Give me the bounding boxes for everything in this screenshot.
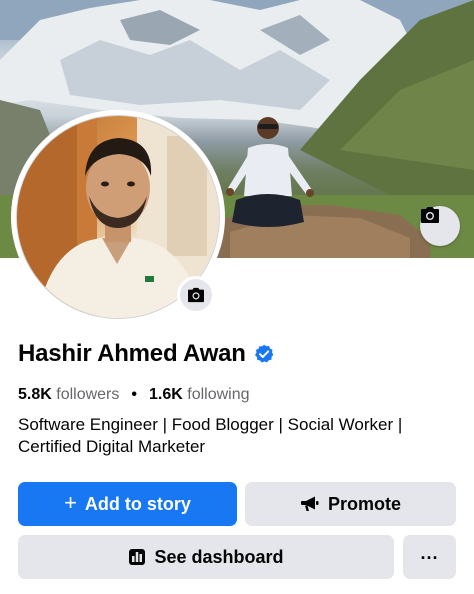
- bar-chart-icon: [129, 549, 146, 565]
- more-options-button[interactable]: ...: [403, 535, 456, 579]
- more-horizontal-icon: ...: [420, 542, 439, 563]
- see-dashboard-label: See dashboard: [154, 546, 284, 567]
- camera-icon: [421, 207, 439, 223]
- following-stat[interactable]: 1.6K following: [149, 386, 250, 404]
- stats-separator: •: [131, 386, 137, 403]
- followers-stat[interactable]: 5.8K followers: [18, 386, 119, 404]
- see-dashboard-button[interactable]: See dashboard: [18, 535, 394, 579]
- promote-button[interactable]: Promote: [245, 482, 456, 526]
- followers-count: 5.8K: [18, 386, 52, 403]
- followers-label: followers: [56, 386, 120, 403]
- megaphone-icon: [300, 496, 319, 511]
- follow-stats: 5.8K followers • 1.6K following: [18, 386, 250, 404]
- plus-icon: +: [64, 490, 77, 515]
- profile-name-row: Hashir Ahmed Awan: [18, 340, 274, 368]
- camera-icon: [188, 287, 204, 303]
- following-count: 1.6K: [149, 386, 183, 403]
- verified-badge-icon: [254, 344, 274, 364]
- add-to-story-label: Add to story: [84, 493, 191, 514]
- promote-label: Promote: [327, 493, 401, 514]
- profile-bio: Software Engineer | Food Blogger | Socia…: [18, 415, 403, 456]
- avatar-camera-button[interactable]: [177, 276, 215, 314]
- cover-camera-button[interactable]: [420, 206, 460, 246]
- following-label: following: [187, 386, 250, 403]
- add-to-story-button[interactable]: + Add to story: [18, 482, 237, 526]
- profile-name: Hashir Ahmed Awan: [18, 340, 246, 367]
